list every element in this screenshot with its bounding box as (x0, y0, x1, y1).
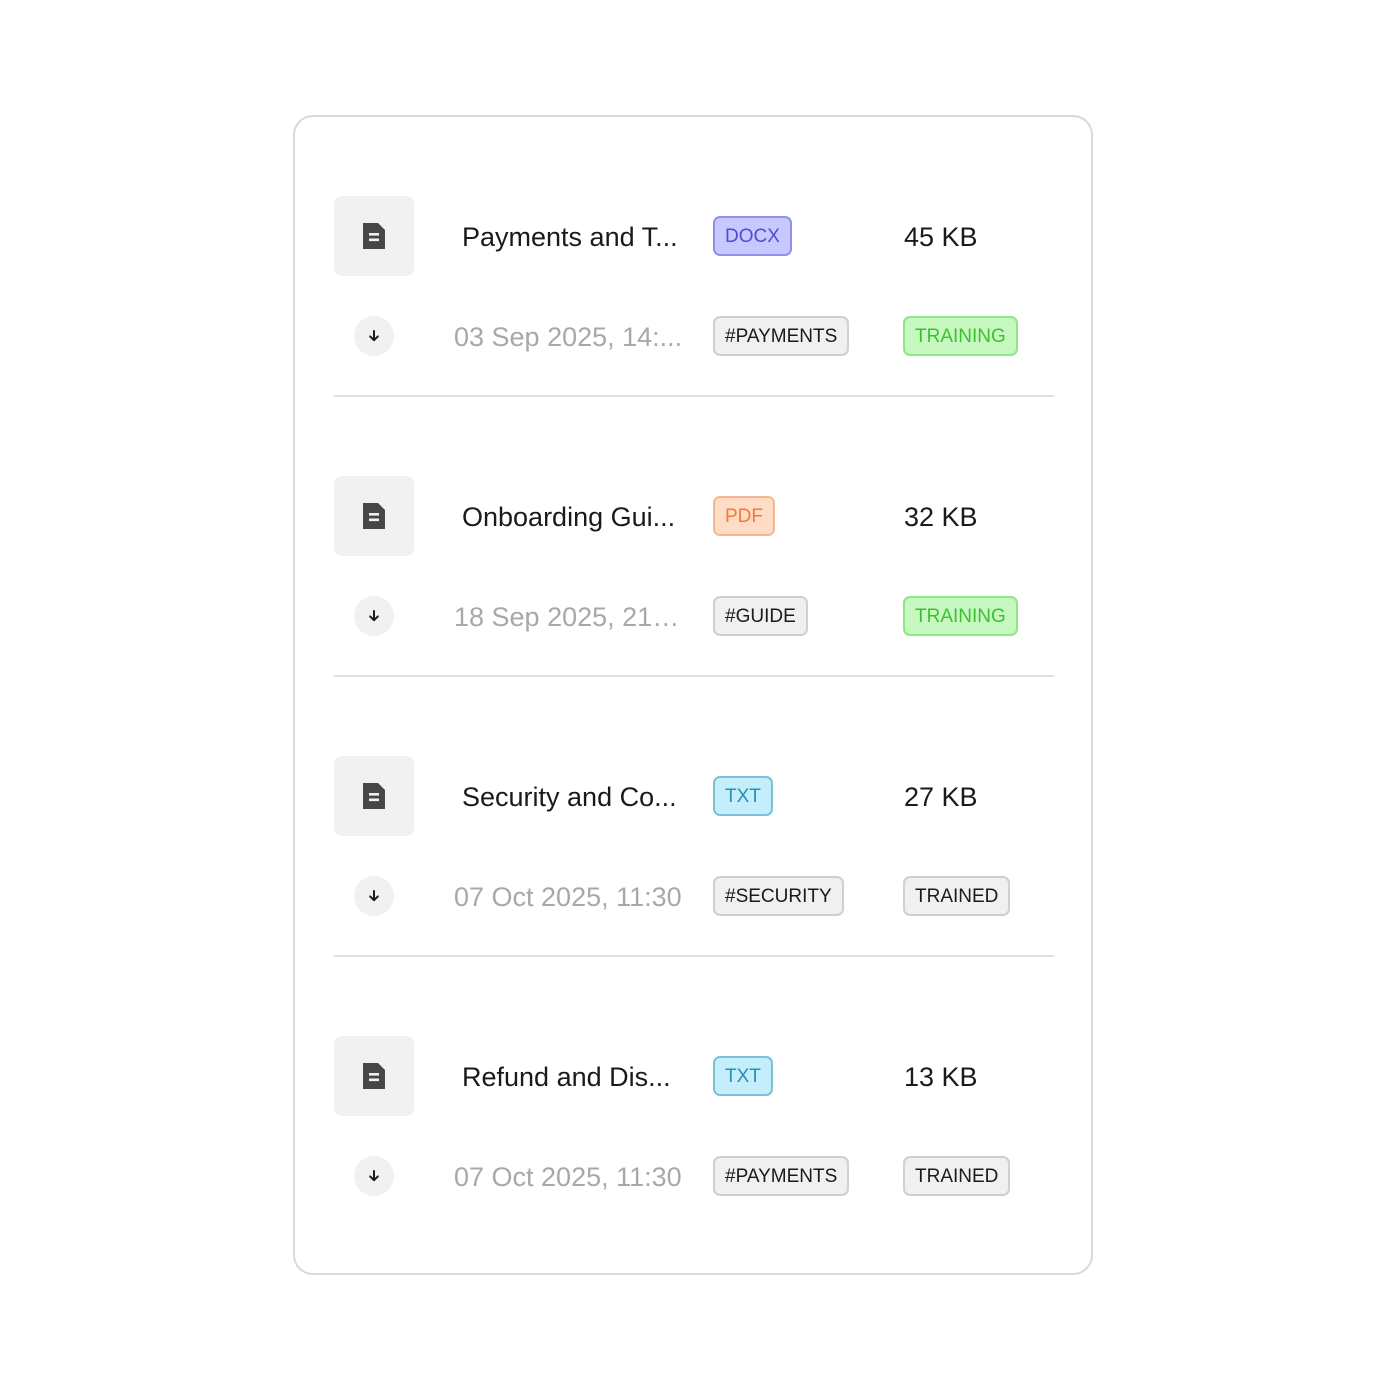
file-size: 27 KB (904, 782, 978, 812)
download-arrow-icon (369, 330, 379, 342)
download-button[interactable] (354, 1156, 394, 1196)
document-icon (334, 476, 414, 556)
document-icon (334, 756, 414, 836)
file-date: 07 Oct 2025, 11:30 (454, 882, 682, 912)
download-button[interactable] (354, 876, 394, 916)
file-type-badge: TXT (713, 1056, 773, 1096)
file-type-badge: TXT (713, 776, 773, 816)
file-type-badge: PDF (713, 496, 775, 536)
download-arrow-icon (369, 610, 379, 622)
tag-badge[interactable]: #PAYMENTS (713, 1156, 850, 1196)
download-button[interactable] (354, 596, 394, 636)
file-list-card: Payments and T... DOCX 45 KB 03 Sep 2025… (293, 115, 1093, 1275)
document-icon (334, 1036, 414, 1116)
file-name[interactable]: Security and Co... (462, 775, 692, 819)
download-arrow-icon (369, 890, 379, 902)
status-badge: TRAINED (903, 1156, 1011, 1196)
status-badge: TRAINED (903, 876, 1011, 916)
file-row[interactable]: Refund and Dis... TXT 13 KB 07 Oct 2025,… (295, 957, 1091, 1237)
tag-badge[interactable]: #PAYMENTS (713, 316, 850, 356)
file-type-badge: DOCX (713, 216, 792, 256)
file-size: 45 KB (904, 222, 978, 252)
tag-badge[interactable]: #GUIDE (713, 596, 808, 636)
file-row[interactable]: Security and Co... TXT 27 KB 07 Oct 2025… (295, 677, 1091, 957)
download-arrow-icon (369, 1170, 379, 1182)
file-size: 13 KB (904, 1062, 978, 1092)
file-row[interactable]: Onboarding Gui... PDF 32 KB 18 Sep 2025,… (295, 397, 1091, 677)
file-date: 07 Oct 2025, 11:30 (454, 1162, 682, 1192)
file-date: 18 Sep 2025, 21:0... (454, 602, 684, 632)
file-name[interactable]: Refund and Dis... (462, 1055, 692, 1099)
file-name[interactable]: Payments and T... (462, 215, 692, 259)
download-button[interactable] (354, 316, 394, 356)
file-row[interactable]: Payments and T... DOCX 45 KB 03 Sep 2025… (295, 117, 1091, 397)
file-size: 32 KB (904, 502, 978, 532)
file-name[interactable]: Onboarding Gui... (462, 495, 692, 539)
status-badge: TRAINING (903, 316, 1018, 356)
status-badge: TRAINING (903, 596, 1018, 636)
document-icon (334, 196, 414, 276)
file-date: 03 Sep 2025, 14:... (454, 322, 683, 352)
tag-badge[interactable]: #SECURITY (713, 876, 844, 916)
